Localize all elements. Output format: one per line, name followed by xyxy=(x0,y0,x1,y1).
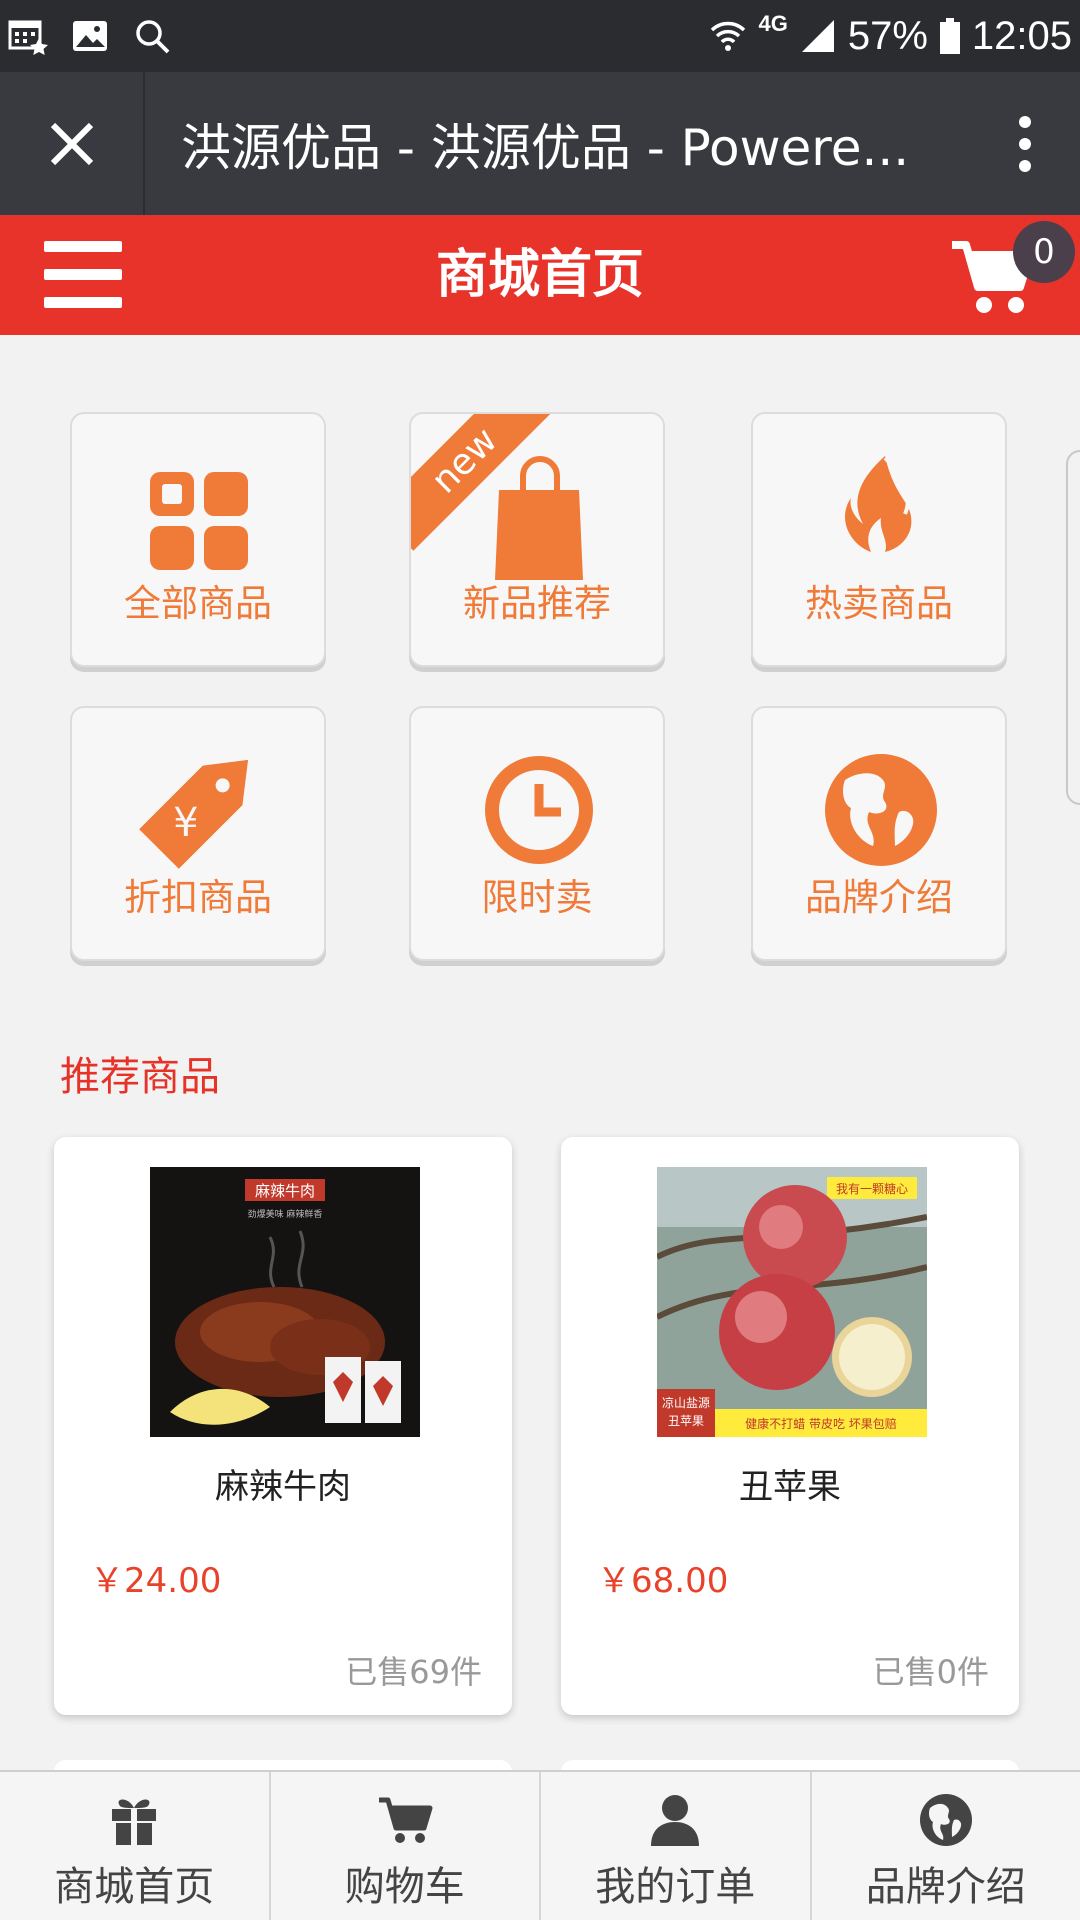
product-name: 丑苹果 xyxy=(739,1467,841,1507)
product-card[interactable]: 麻辣牛肉 劲爆美味 麻辣鲜香 麻辣牛肉 ￥24.00 已售69件 xyxy=(54,1137,512,1715)
nav-item-home[interactable]: 商城首页 xyxy=(0,1772,271,1920)
category-label: 热卖商品 xyxy=(805,582,953,625)
app-header: 商城首页 xyxy=(0,215,1080,335)
nav-label: 购物车 xyxy=(344,1864,465,1910)
image-icon xyxy=(73,21,107,51)
edge-frame xyxy=(1066,450,1080,805)
user-icon xyxy=(651,1795,700,1846)
product-card[interactable]: 我有一颗糖心 凉山盐源 丑苹果 健康不打蜡 带皮吃 坏果包赔 丑苹果 ￥68.0… xyxy=(561,1137,1019,1715)
more-vertical-icon xyxy=(1019,115,1031,172)
cart-count-badge: 0 xyxy=(1013,221,1075,283)
search-icon xyxy=(136,20,170,54)
more-button[interactable] xyxy=(970,72,1080,215)
category-label: 新品推荐 xyxy=(463,582,611,625)
product-price: ￥24.00 xyxy=(90,1561,222,1601)
product-sold-count: 已售69件 xyxy=(345,1653,482,1691)
product-sold-count: 已售0件 xyxy=(872,1653,989,1691)
category-discount-products[interactable]: ¥ 折扣商品 xyxy=(70,706,326,961)
category-label: 限时卖 xyxy=(481,876,593,919)
category-limited-time[interactable]: 限时卖 xyxy=(409,706,665,961)
battery-icon xyxy=(939,18,960,54)
bottom-nav: 商城首页 购物车 我的订单 品牌介绍 xyxy=(0,1770,1080,1920)
category-new-products[interactable]: new 新品推荐 xyxy=(409,412,665,667)
category-label: 品牌介绍 xyxy=(805,876,953,919)
status-bar: 4G 57% 12:05 xyxy=(0,0,1080,72)
browser-title: 洪源优品 - 洪源优品 - Powere... xyxy=(181,118,910,177)
page-title: 商城首页 xyxy=(435,245,644,305)
cart-icon xyxy=(378,1797,433,1843)
calendar-grid-icon xyxy=(8,20,48,55)
signal-icon xyxy=(801,20,834,52)
close-button[interactable] xyxy=(0,72,145,215)
nav-item-cart[interactable]: 购物车 xyxy=(271,1772,541,1920)
product-image-beef: 麻辣牛肉 劲爆美味 麻辣鲜香 xyxy=(150,1167,420,1437)
product-name: 麻辣牛肉 xyxy=(215,1467,351,1507)
category-label: 折扣商品 xyxy=(124,876,272,919)
network-type: 4G xyxy=(758,11,788,36)
browser-bar: 洪源优品 - 洪源优品 - Powere... xyxy=(0,72,1080,215)
image-banner-text: 麻辣牛肉 xyxy=(255,1182,315,1200)
nav-item-orders[interactable]: 我的订单 xyxy=(541,1772,812,1920)
image-corner-text: 丑苹果 xyxy=(668,1414,704,1428)
product-price: ￥68.00 xyxy=(597,1561,729,1601)
nav-item-brand[interactable]: 品牌介绍 xyxy=(812,1772,1080,1920)
product-image-apple: 我有一颗糖心 凉山盐源 丑苹果 健康不打蜡 带皮吃 坏果包赔 xyxy=(657,1167,927,1437)
category-hot-products[interactable]: 热卖商品 xyxy=(751,412,1007,667)
clock-time: 12:05 xyxy=(971,13,1072,58)
wifi-icon xyxy=(711,21,746,51)
hamburger-icon xyxy=(44,241,122,252)
category-brand-intro[interactable]: 品牌介绍 xyxy=(751,706,1007,961)
nav-label: 我的订单 xyxy=(595,1864,756,1910)
section-title-recommended: 推荐商品 xyxy=(60,1054,220,1100)
category-label: 全部商品 xyxy=(124,582,272,625)
image-corner-text: 凉山盐源 xyxy=(662,1395,710,1410)
image-bottom-text: 健康不打蜡 带皮吃 坏果包赔 xyxy=(745,1416,897,1431)
battery-percent: 57% xyxy=(847,13,928,58)
image-sub-text: 劲爆美味 麻辣鲜香 xyxy=(248,1208,323,1220)
close-icon xyxy=(50,122,93,165)
category-all-products[interactable]: 全部商品 xyxy=(70,412,326,667)
gift-icon xyxy=(112,1799,157,1845)
svg-text:¥: ¥ xyxy=(173,800,198,846)
image-top-text: 我有一颗糖心 xyxy=(836,1181,908,1196)
nav-label: 品牌介绍 xyxy=(865,1864,1026,1910)
globe-icon xyxy=(919,1794,972,1846)
nav-label: 商城首页 xyxy=(54,1864,215,1910)
menu-button[interactable] xyxy=(44,239,124,309)
